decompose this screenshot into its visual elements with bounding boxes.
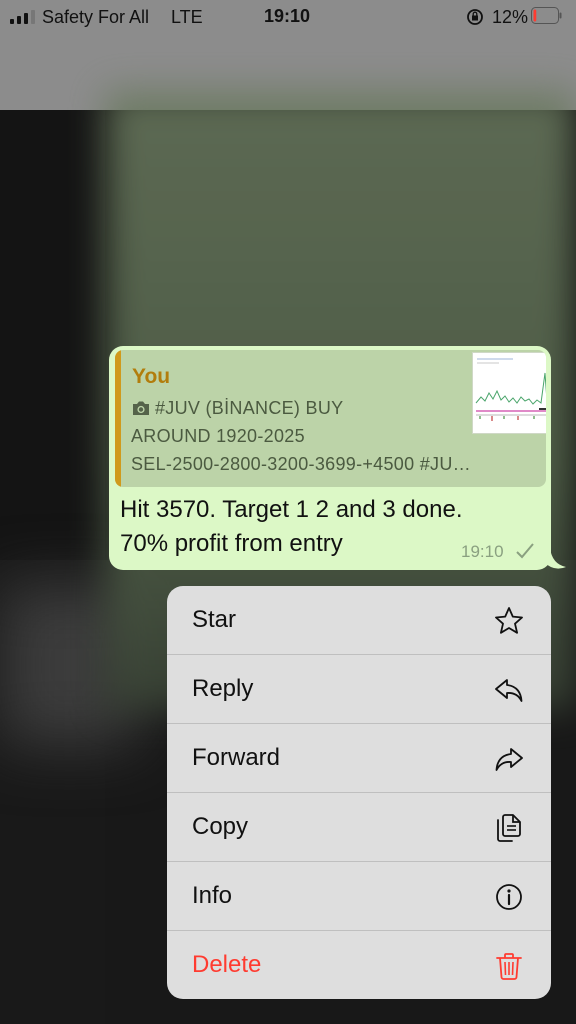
status-bar: Safety For All LTE 19:10 12% [0, 0, 576, 34]
menu-item-reply-label: Reply [192, 675, 254, 702]
forward-icon [495, 748, 523, 771]
message-bubble[interactable]: You #JUV (BİNANCE) BUY AROUND 1920-2025 … [109, 346, 551, 570]
chart-thumbnail[interactable] [472, 352, 546, 434]
network-type: LTE [171, 7, 203, 27]
quote-line-1: #JUV (BİNANCE) BUY [131, 398, 343, 419]
menu-item-forward-label: Forward [192, 744, 281, 771]
menu-item-reply[interactable]: Reply [167, 655, 551, 724]
menu-item-info[interactable]: Info [167, 862, 551, 931]
menu-item-info-label: Info [192, 882, 233, 909]
info-icon [496, 884, 522, 910]
quote-accent-bar [115, 350, 121, 487]
camera-icon [133, 401, 149, 415]
quote-line-3: SEL-2500-2800-3200-3699-+4500 #JU… [131, 454, 471, 474]
message-text-line-2: 70% profit from entry [120, 530, 343, 557]
quote-line-1-text: #JUV (BİNANCE) BUY [155, 398, 344, 418]
menu-item-copy[interactable]: Copy [167, 793, 551, 862]
menu-item-forward[interactable]: Forward [167, 724, 551, 793]
menu-item-delete[interactable]: Delete [167, 931, 551, 999]
menu-item-star-label: Star [192, 606, 237, 633]
menu-item-delete-label: Delete [192, 951, 262, 978]
menu-item-copy-label: Copy [192, 813, 249, 840]
star-icon [495, 607, 523, 634]
sent-check-icon [516, 543, 534, 559]
battery-icon [531, 7, 562, 24]
status-time: 19:10 [264, 6, 311, 26]
quote-sender: You [132, 365, 171, 388]
menu-item-star[interactable]: Star [167, 586, 551, 655]
message-context-menu: Star Reply Forward Copy Info Delete [167, 586, 551, 999]
message-text-line-1: Hit 3570. Target 1 2 and 3 done. [120, 496, 463, 523]
copy-icon [497, 814, 521, 842]
signal-icon [10, 9, 35, 24]
battery-percent: 12% [492, 7, 529, 27]
trash-icon [496, 953, 522, 980]
quote-line-2: AROUND 1920-2025 [131, 426, 305, 446]
carrier-name: Safety For All [42, 7, 150, 27]
rotation-lock-icon [467, 9, 483, 25]
reply-icon [495, 679, 523, 702]
message-time: 19:10 [461, 542, 504, 561]
quoted-message[interactable]: You #JUV (BİNANCE) BUY AROUND 1920-2025 … [115, 350, 546, 487]
